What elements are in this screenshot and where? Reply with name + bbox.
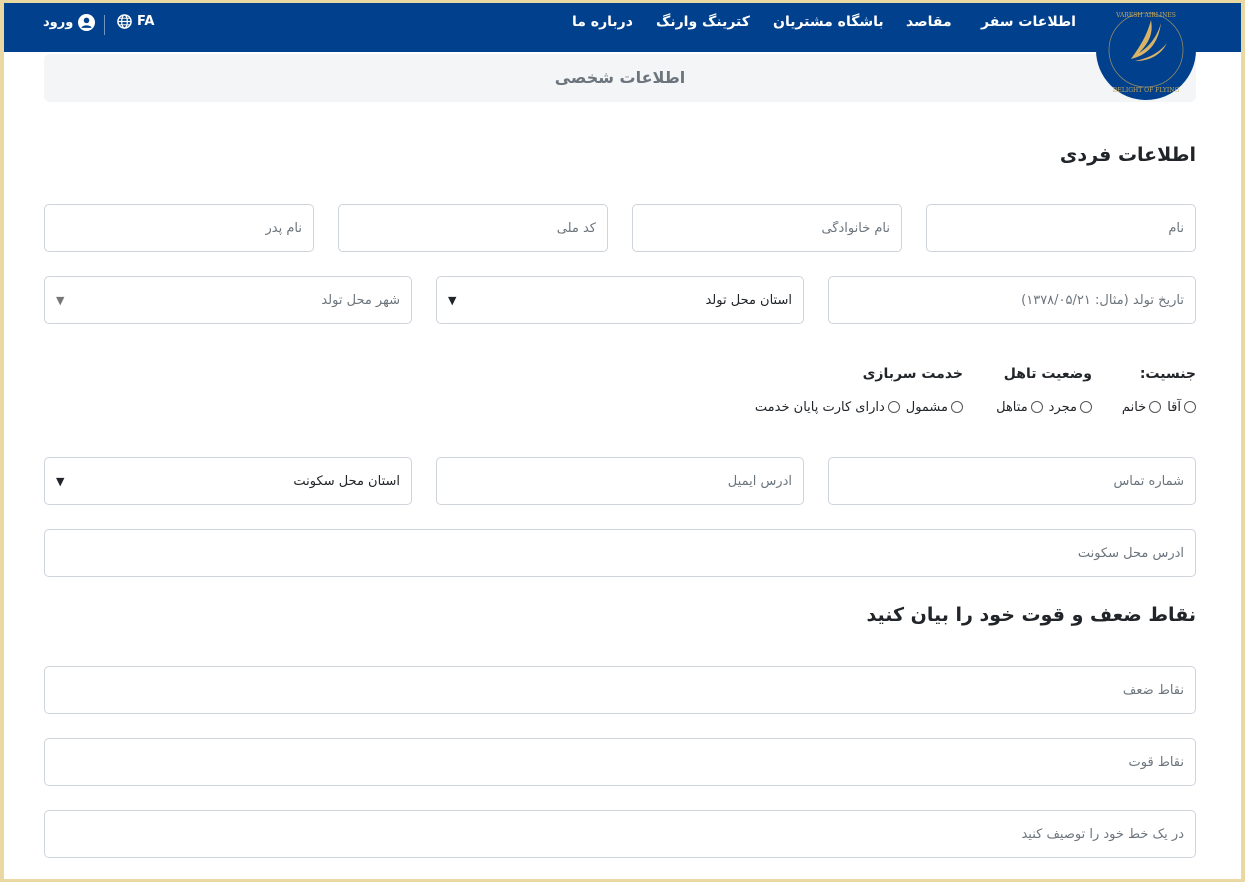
- radio-label: دارای کارت پایان خدمت: [754, 399, 885, 415]
- first-name-field[interactable]: [926, 204, 1196, 252]
- marital-options: مجرد متاهل: [990, 397, 1092, 417]
- residence-province-select[interactable]: استان محل سکونت ▼: [44, 457, 412, 505]
- strengths-field[interactable]: [44, 738, 1196, 786]
- national-code-field[interactable]: [338, 204, 608, 252]
- birth-city-value: شهر محل تولد: [321, 292, 400, 308]
- phone-field[interactable]: [828, 457, 1196, 505]
- nav-destinations[interactable]: مقاصد: [906, 14, 952, 30]
- user-circle-icon: [78, 14, 96, 31]
- radio-button[interactable]: [1080, 401, 1092, 413]
- nav-catering[interactable]: کترینگ وارنگ: [656, 14, 750, 30]
- nav-about-us[interactable]: درباره ما: [572, 14, 633, 30]
- gender-options: آقا خانم: [1116, 397, 1196, 417]
- radio-button[interactable]: [1030, 401, 1043, 413]
- marital-option-married[interactable]: متاهل: [996, 400, 1043, 415]
- last-name-field[interactable]: [632, 204, 902, 252]
- radio-label: متاهل: [996, 399, 1028, 415]
- nav-divider: [104, 15, 105, 35]
- military-options: مشمول دارای کارت پایان خدمت: [749, 397, 963, 417]
- marital-status-label: وضعیت تاهل: [1003, 366, 1092, 382]
- strengths-title: نقاط ضعف و قوت خود را بیان کنید: [866, 604, 1196, 626]
- personal-info-title: اطلاعات فردی: [1059, 144, 1196, 166]
- military-service-label: خدمت سربازی: [862, 366, 963, 382]
- birth-province-select[interactable]: استان محل تولد ▼: [436, 276, 804, 324]
- logo-ring-text: VARESH AIRLINES: [1115, 12, 1176, 19]
- chevron-down-icon: ▼: [56, 293, 65, 307]
- birth-city-select[interactable]: شهر محل تولد ▼: [44, 276, 412, 324]
- radio-button[interactable]: [887, 401, 900, 413]
- radio-button[interactable]: [1149, 401, 1162, 413]
- radio-label: مشمول: [905, 399, 948, 415]
- weaknesses-field[interactable]: [44, 666, 1196, 714]
- chevron-down-icon: ▼: [56, 474, 65, 488]
- top-navbar: اطلاعات سفر مقاصد باشگاه مشتریان کترینگ …: [4, 3, 1241, 52]
- nav-travel-info[interactable]: اطلاعات سفر: [981, 14, 1076, 30]
- login-label: ورود: [43, 15, 74, 30]
- military-option-subject[interactable]: مشمول: [906, 400, 963, 415]
- globe-icon: [117, 14, 132, 29]
- radio-button[interactable]: [951, 401, 963, 413]
- address-field[interactable]: [44, 529, 1196, 577]
- login-button[interactable]: ورود: [43, 14, 96, 31]
- gender-option-female[interactable]: خانم: [1121, 399, 1162, 415]
- nav-customer-club[interactable]: باشگاه مشتریان: [773, 14, 884, 30]
- section-header-personal: اطلاعات شخصی: [44, 54, 1196, 102]
- language-label: FA: [137, 14, 155, 29]
- radio-button[interactable]: [1184, 401, 1196, 413]
- one-line-description-field[interactable]: [44, 810, 1196, 858]
- radio-label: خانم: [1121, 399, 1147, 415]
- chevron-down-icon: ▼: [448, 293, 457, 307]
- language-switch[interactable]: FA: [117, 14, 154, 29]
- page-frame: اطلاعات سفر مقاصد باشگاه مشتریان کترینگ …: [4, 3, 1241, 879]
- gender-option-male[interactable]: آقا: [1167, 400, 1196, 415]
- birth-date-field[interactable]: [828, 276, 1196, 324]
- military-option-card[interactable]: دارای کارت پایان خدمت: [755, 400, 900, 415]
- radio-label: آقا: [1167, 399, 1181, 415]
- email-field[interactable]: [436, 457, 804, 505]
- father-name-field[interactable]: [44, 204, 314, 252]
- brand-logo[interactable]: VARESH AIRLINES DELIGHT OF FLYING: [1095, 3, 1197, 103]
- gender-label: جنسیت:: [1139, 366, 1196, 382]
- birth-province-value: استان محل تولد: [705, 292, 792, 308]
- logo-ring-text-bottom: DELIGHT OF FLYING: [1113, 87, 1180, 94]
- residence-province-value: استان محل سکونت: [293, 473, 400, 489]
- marital-option-single[interactable]: مجرد: [1049, 400, 1092, 415]
- radio-label: مجرد: [1048, 399, 1077, 415]
